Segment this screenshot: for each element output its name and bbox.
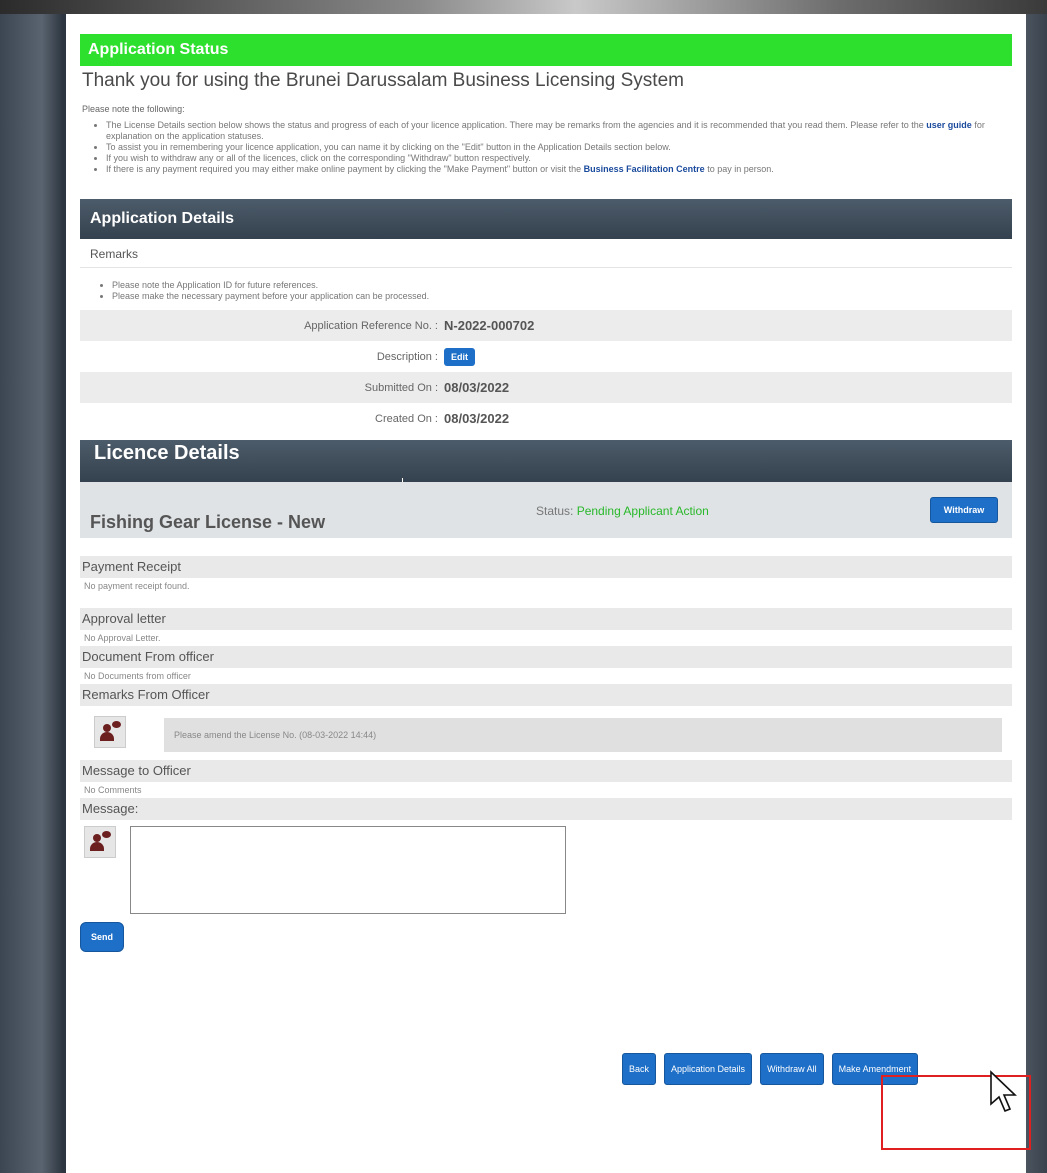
- edit-button[interactable]: Edit: [444, 347, 475, 366]
- remarks-title: Remarks: [80, 239, 1012, 268]
- note-item: The License Details section below shows …: [106, 120, 1012, 142]
- submitted-value: 08/03/2022: [444, 380, 510, 395]
- application-status-header: Application Status: [80, 34, 1012, 66]
- officer-avatar: [94, 716, 126, 748]
- payment-receipt-title: Payment Receipt: [80, 556, 1012, 578]
- remark-item: Please note the Application ID for futur…: [112, 280, 1012, 291]
- approval-letter-note: No Approval Letter.: [84, 633, 161, 643]
- user-comment-icon: [99, 721, 121, 743]
- created-label: Created On :: [375, 412, 438, 425]
- document-officer-title: Document From officer: [80, 646, 1012, 668]
- reference-label: Application Reference No. :: [304, 319, 438, 332]
- note-intro: Please note the following:: [82, 104, 185, 114]
- licence-details-title: Licence Details: [94, 442, 240, 464]
- application-details-button[interactable]: Application Details: [664, 1053, 753, 1085]
- status-value: Pending Applicant Action: [576, 504, 709, 518]
- payment-receipt-note: No payment receipt found.: [84, 581, 190, 591]
- officer-remarks-title: Remarks From Officer: [80, 684, 1012, 706]
- description-label: Description :: [376, 350, 438, 363]
- licence-status: Status: Pending Applicant Action: [536, 504, 709, 518]
- user-comment-icon: [89, 831, 111, 853]
- content: Application Status Thank you for using t…: [80, 34, 1012, 952]
- officer-remark-text: Please amend the License No. (08-03-2022…: [164, 718, 1002, 752]
- back-button[interactable]: Back: [622, 1053, 657, 1085]
- thank-you-message: Thank you for using the Brunei Darussala…: [82, 70, 684, 91]
- withdraw-all-button[interactable]: Withdraw All: [760, 1053, 824, 1085]
- note-item: If you wish to withdraw any or all of th…: [106, 153, 1012, 164]
- reference-value: N-2022-000702: [444, 318, 535, 333]
- business-facilitation-centre-link[interactable]: Business Facilitation Centre: [584, 164, 705, 174]
- mouse-cursor-icon: [990, 1070, 1017, 1113]
- footer-buttons: Back Application Details Withdraw All Ma…: [622, 1053, 919, 1085]
- officer-remark: Please amend the License No. (08-03-2022…: [80, 706, 1012, 760]
- licence-details-header: Licence Details: [80, 440, 1012, 482]
- submitted-label: Submitted On :: [364, 381, 438, 394]
- message-label: Message:: [80, 798, 1012, 820]
- description-row: Description : Edit: [80, 341, 1012, 372]
- application-details-header: Application Details: [80, 199, 1012, 239]
- document-officer-note: No Documents from officer: [84, 671, 191, 681]
- licence-name: Fishing Gear License - New: [90, 512, 326, 532]
- message-area: [80, 826, 1012, 922]
- licence-title-row: Fishing Gear License - New Status: Pendi…: [80, 482, 1012, 538]
- remark-item: Please make the necessary payment before…: [112, 291, 1012, 302]
- note-item: To assist you in remembering your licenc…: [106, 142, 1012, 153]
- created-row: Created On : 08/03/2022: [80, 403, 1012, 434]
- background-strip: [0, 0, 1047, 14]
- submitted-row: Submitted On : 08/03/2022: [80, 372, 1012, 403]
- withdraw-button[interactable]: Withdraw: [930, 497, 998, 523]
- page-container: Application Status Thank you for using t…: [66, 14, 1026, 1173]
- notes-list: The License Details section below shows …: [80, 120, 1012, 175]
- user-guide-link[interactable]: user guide: [926, 120, 972, 130]
- reference-row: Application Reference No. : N-2022-00070…: [80, 310, 1012, 341]
- message-officer-title: Message to Officer: [80, 760, 1012, 782]
- created-value: 08/03/2022: [444, 411, 510, 426]
- applicant-avatar: [84, 826, 116, 858]
- remarks-list: Please note the Application ID for futur…: [80, 280, 1012, 302]
- message-textarea[interactable]: [130, 826, 566, 914]
- status-label: Status:: [536, 504, 574, 518]
- approval-letter-title: Approval letter: [80, 608, 1012, 630]
- message-officer-note: No Comments: [84, 785, 142, 795]
- note-item: If there is any payment required you may…: [106, 164, 1012, 175]
- send-button[interactable]: Send: [80, 922, 124, 952]
